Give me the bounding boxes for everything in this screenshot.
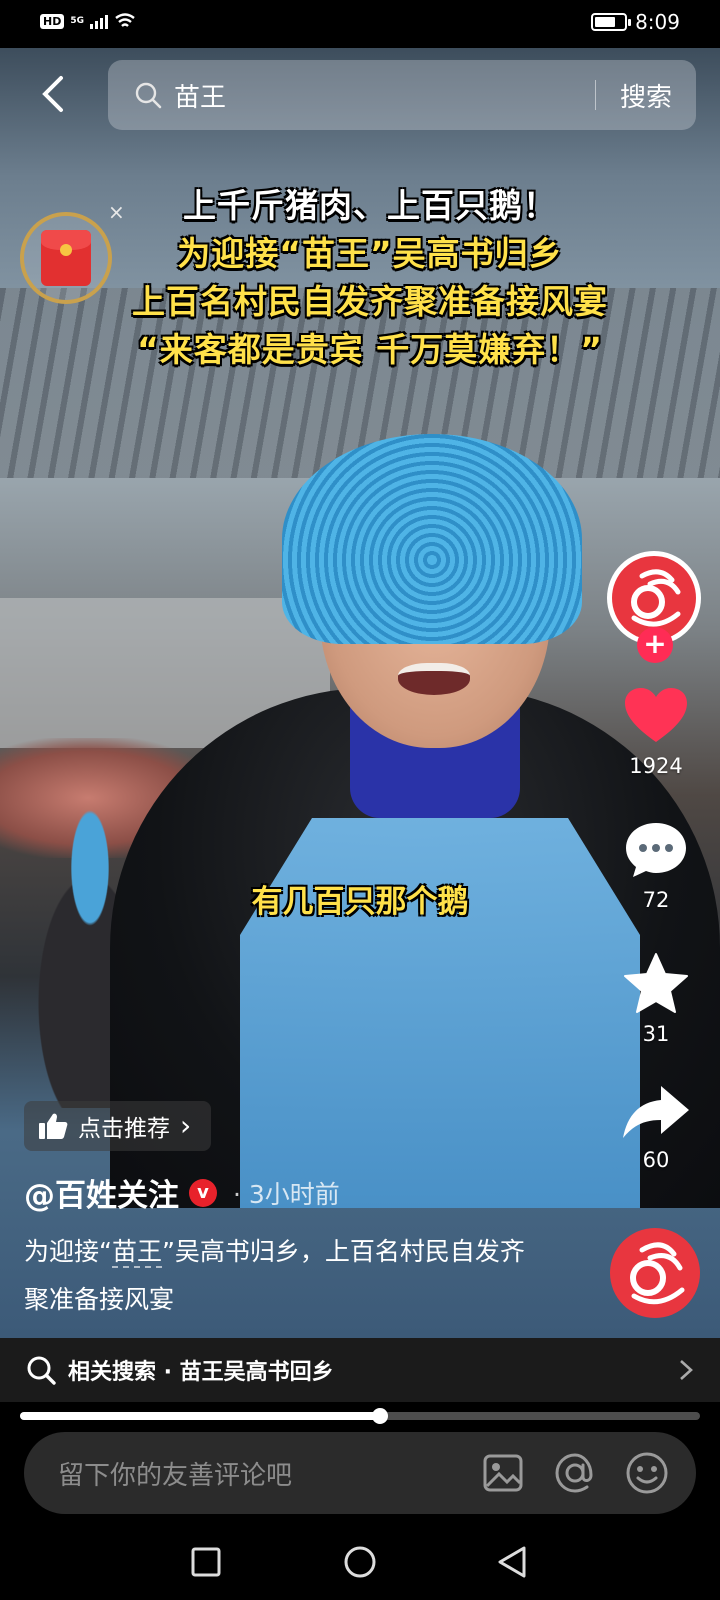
back-nav-button[interactable] [492, 1542, 532, 1582]
star-icon [624, 953, 688, 1013]
like-button[interactable]: 1924 [611, 686, 701, 778]
battery-icon [591, 13, 632, 31]
headline-line-4: “来客都是贵宾 千万莫嫌弃！” [137, 330, 603, 369]
share-count: 60 [642, 1148, 670, 1172]
video-progress-bar[interactable] [20, 1408, 700, 1424]
comment-count: 72 [642, 888, 670, 912]
chevron-right-icon: › [180, 1109, 192, 1142]
at-mention-icon[interactable] [550, 1448, 600, 1498]
image-icon[interactable] [478, 1448, 528, 1498]
share-arrow-icon [623, 1086, 689, 1138]
comment-bar: 留下你的友善评论吧 [24, 1432, 696, 1514]
clock: 8:09 [635, 10, 680, 34]
video-mouth [398, 663, 470, 695]
progress-fill [20, 1412, 381, 1420]
share-button[interactable]: 60 [611, 1084, 701, 1172]
search-button[interactable]: 搜索 [596, 77, 696, 114]
recommend-label: 点击推荐 [78, 1116, 170, 1142]
square-icon [191, 1547, 221, 1577]
triangle-back-icon [498, 1546, 526, 1578]
verified-badge-icon: v [189, 1178, 217, 1207]
status-bar: HD 5G 8:09 [0, 0, 720, 48]
caption-keyword-link[interactable]: 苗王 [111, 1237, 162, 1268]
recent-apps-button[interactable] [186, 1542, 226, 1582]
chevron-left-icon [42, 76, 63, 112]
search-icon [27, 1356, 56, 1385]
status-indicators: HD 5G [40, 12, 136, 30]
system-nav-bar [0, 1524, 720, 1600]
wifi-icon [115, 13, 135, 27]
network-type: 5G [70, 15, 84, 26]
headline-overlay: 上千斤猪肉、上百只鹅！ 为迎接“苗王”吴高书归乡 上百名村民自发齐聚准备接风宴 … [80, 182, 660, 374]
recommend-button[interactable]: 点击推荐 › [24, 1101, 212, 1151]
headline-line-1: 上千斤猪肉、上百只鹅！ [183, 186, 557, 225]
like-count: 1924 [629, 754, 683, 778]
search-input[interactable]: 苗王 [174, 77, 595, 114]
related-search-label: 相关搜索 · 苗王吴高书回乡 [68, 1360, 334, 1385]
headline-line-3: 上百名村民自发齐聚准备接风宴 [132, 282, 608, 321]
status-right: 8:09 [591, 10, 680, 34]
author-row: @百姓关注 v · 3小时前 [24, 1170, 340, 1215]
related-search-bar[interactable]: 相关搜索 · 苗王吴高书回乡 [0, 1338, 720, 1402]
circle-icon [344, 1546, 376, 1578]
video-caption[interactable]: 为迎接“苗王”吴高书归乡，上百名村民自发齐聚准备接风宴 [24, 1228, 544, 1324]
video-person-cap [282, 434, 582, 644]
follow-button[interactable]: + [637, 627, 673, 663]
search-icon [135, 82, 162, 109]
home-button[interactable] [340, 1542, 380, 1582]
comment-button[interactable]: 72 [611, 820, 701, 912]
headline-line-2: 为迎接“苗王”吴高书归乡 [177, 234, 563, 273]
comment-icon [626, 823, 686, 877]
heart-icon [625, 688, 687, 742]
author-name[interactable]: @百姓关注 [24, 1170, 179, 1215]
hd-badge: HD [40, 13, 65, 29]
comment-input[interactable]: 留下你的友善评论吧 [58, 1455, 456, 1492]
back-button[interactable] [32, 74, 72, 114]
signal-icon [90, 13, 108, 29]
post-time: · 3小时前 [233, 1179, 340, 1209]
music-disc-icon[interactable] [610, 1228, 700, 1318]
emoji-icon[interactable] [622, 1448, 672, 1498]
caption-text-start: 为迎接“ [24, 1237, 112, 1266]
favorite-count: 31 [642, 1022, 670, 1046]
search-bar[interactable]: 苗王 搜索 [108, 60, 696, 130]
chevron-right-icon [680, 1360, 693, 1380]
thumbs-up-icon [39, 1113, 68, 1139]
progress-handle[interactable] [372, 1408, 389, 1424]
favorite-button[interactable]: 31 [611, 952, 701, 1046]
